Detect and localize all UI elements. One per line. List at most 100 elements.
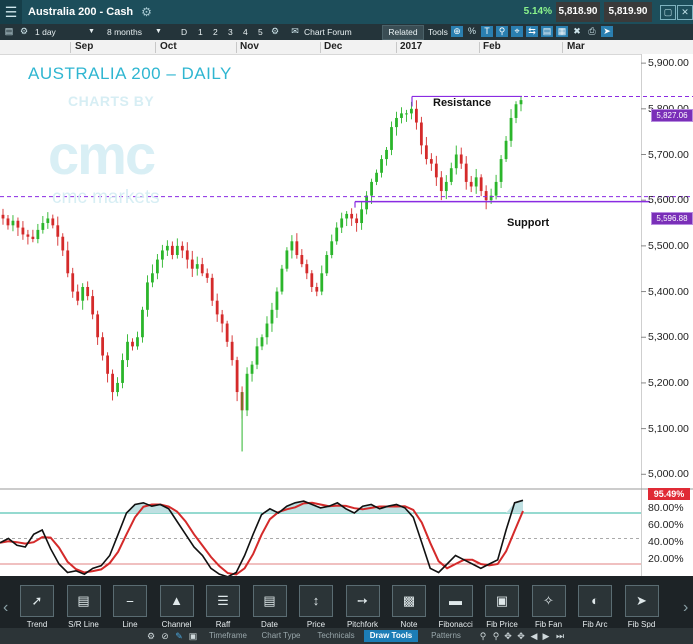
candle-body xyxy=(46,218,50,224)
candle-body xyxy=(96,314,100,338)
draw-tool-icon: ◐ xyxy=(578,585,612,617)
candle-body xyxy=(260,337,264,347)
candle-body xyxy=(375,172,378,182)
draw-tool-fib-fan[interactable]: ✧ Fib Fan xyxy=(531,585,566,629)
candle-body xyxy=(160,250,164,260)
zoom-out-icon[interactable]: ⚲ xyxy=(491,631,501,641)
bottom-tab-bar: ⚙ ⊘ ✎ ▣ Timeframe Chart Type Technicals … xyxy=(0,628,693,644)
tab-patterns[interactable]: Patterns xyxy=(424,630,468,642)
candle-body xyxy=(230,341,234,361)
draw-tool-s-r-line[interactable]: ▤ S/R Line xyxy=(66,585,101,629)
price-grid xyxy=(641,62,646,475)
draw-tool-trend[interactable]: ➚ Trend xyxy=(20,585,54,629)
scroll-right-arrow-icon[interactable]: › xyxy=(683,598,693,618)
candle-body xyxy=(215,300,219,315)
draw-tool-date[interactable]: ▤ Date xyxy=(252,585,287,629)
candle-body xyxy=(415,108,418,123)
draw-tool-icon: ▤ xyxy=(252,585,287,617)
draw-tool-fib-spd[interactable]: ➤ Fib Spd xyxy=(624,585,659,629)
candle-body xyxy=(141,309,144,338)
jump-end-icon[interactable]: ⏭ xyxy=(555,631,565,641)
pencil-icon[interactable]: ✎ xyxy=(174,631,184,641)
candle-body xyxy=(295,241,299,256)
candle-body xyxy=(205,273,209,278)
osc-tick-60: 60.00% xyxy=(648,519,684,531)
candle-body xyxy=(81,286,85,301)
draw-tool-price[interactable]: ↕ Price xyxy=(299,585,333,629)
draw-tool-raff[interactable]: ☰ Raff xyxy=(206,585,240,629)
nav-left-icon[interactable]: ◀ xyxy=(529,631,539,641)
candle-body xyxy=(1,214,5,219)
candle-body xyxy=(170,245,174,256)
candle-body xyxy=(315,286,319,292)
y-axis-label: 5,200.00 xyxy=(648,376,689,389)
candle-body xyxy=(71,273,75,292)
draw-tool-icon: ➚ xyxy=(20,585,54,617)
candle-body xyxy=(235,360,239,393)
draw-tool-icon: ➤ xyxy=(624,585,659,617)
cmc-logo: cmc xyxy=(48,123,156,186)
hide-icon[interactable]: ⊘ xyxy=(160,631,170,641)
move-icon[interactable]: ✥ xyxy=(516,631,526,641)
candle-body xyxy=(385,149,388,160)
candle-body xyxy=(360,209,364,224)
candle-body xyxy=(355,218,359,224)
candle-body xyxy=(335,227,339,242)
tab-technicals[interactable]: Technicals xyxy=(310,630,362,642)
candle-body xyxy=(310,273,314,287)
candle-body xyxy=(245,373,249,411)
fit-icon[interactable]: ✥ xyxy=(503,631,513,641)
tab-timeframe[interactable]: Timeframe xyxy=(204,630,252,642)
candle-body xyxy=(439,177,443,192)
candle-body xyxy=(270,309,274,324)
settings-icon[interactable]: ⚙ xyxy=(146,631,156,641)
draw-tool-fib-price[interactable]: ▣ Fib Price xyxy=(485,585,519,629)
draw-tool-icon: ⎯ xyxy=(113,585,147,617)
candle-body xyxy=(320,273,324,292)
tab-draw-tools[interactable]: Draw Tools xyxy=(364,630,418,642)
tab-chart-type[interactable]: Chart Type xyxy=(256,630,306,642)
panel-icon[interactable]: ▣ xyxy=(188,631,198,641)
osc-tick-80: 80.00% xyxy=(648,502,684,514)
nav-right-icon[interactable]: ▶ xyxy=(541,631,551,641)
draw-tool-note[interactable]: ▩ Note xyxy=(392,585,426,629)
candle-body xyxy=(405,113,408,115)
candle-body xyxy=(116,382,119,393)
candle-body xyxy=(494,181,498,196)
candle-body xyxy=(21,227,25,235)
candle-body xyxy=(280,268,284,292)
candle-body xyxy=(200,264,204,274)
candle-body xyxy=(225,323,229,342)
y-axis-label: 5,000.00 xyxy=(648,468,689,481)
candle-body xyxy=(400,113,403,118)
candle-body xyxy=(106,355,109,374)
candle-body xyxy=(474,177,478,187)
draw-tool-fibonacci[interactable]: ▬ Fibonacci xyxy=(438,585,473,629)
zoom-in-icon[interactable]: ⚲ xyxy=(478,631,488,641)
support-price-tag: 5,596.88 xyxy=(651,212,693,225)
candle-body xyxy=(484,191,488,201)
candle-body xyxy=(6,218,10,226)
candle-body xyxy=(86,286,90,297)
draw-tool-icon: ▲ xyxy=(159,585,194,617)
candle-body xyxy=(330,241,334,256)
candle-body xyxy=(459,154,463,164)
draw-tool-fib-arc[interactable]: ◐ Fib Arc xyxy=(578,585,612,629)
candle-body xyxy=(210,277,214,301)
candle-body xyxy=(434,163,438,178)
oscillator-grid xyxy=(0,512,641,565)
candle-body xyxy=(350,213,354,219)
candle-body xyxy=(175,245,179,256)
draw-tool-pitchfork[interactable]: ➙ Pitchfork xyxy=(345,585,380,629)
price-chart[interactable] xyxy=(0,0,693,576)
draw-tool-icon: ▤ xyxy=(66,585,101,617)
candle-body xyxy=(469,181,473,187)
draw-tool-line[interactable]: ⎯ Line xyxy=(113,585,147,629)
candle-body xyxy=(255,346,259,365)
candle-body xyxy=(365,195,368,210)
draw-tool-icon: ↕ xyxy=(299,585,333,617)
scroll-left-arrow-icon[interactable]: ‹ xyxy=(3,598,13,618)
candle-body xyxy=(390,127,393,150)
draw-tool-channel[interactable]: ▲ Channel xyxy=(159,585,194,629)
draw-tool-icon: ▬ xyxy=(438,585,473,617)
